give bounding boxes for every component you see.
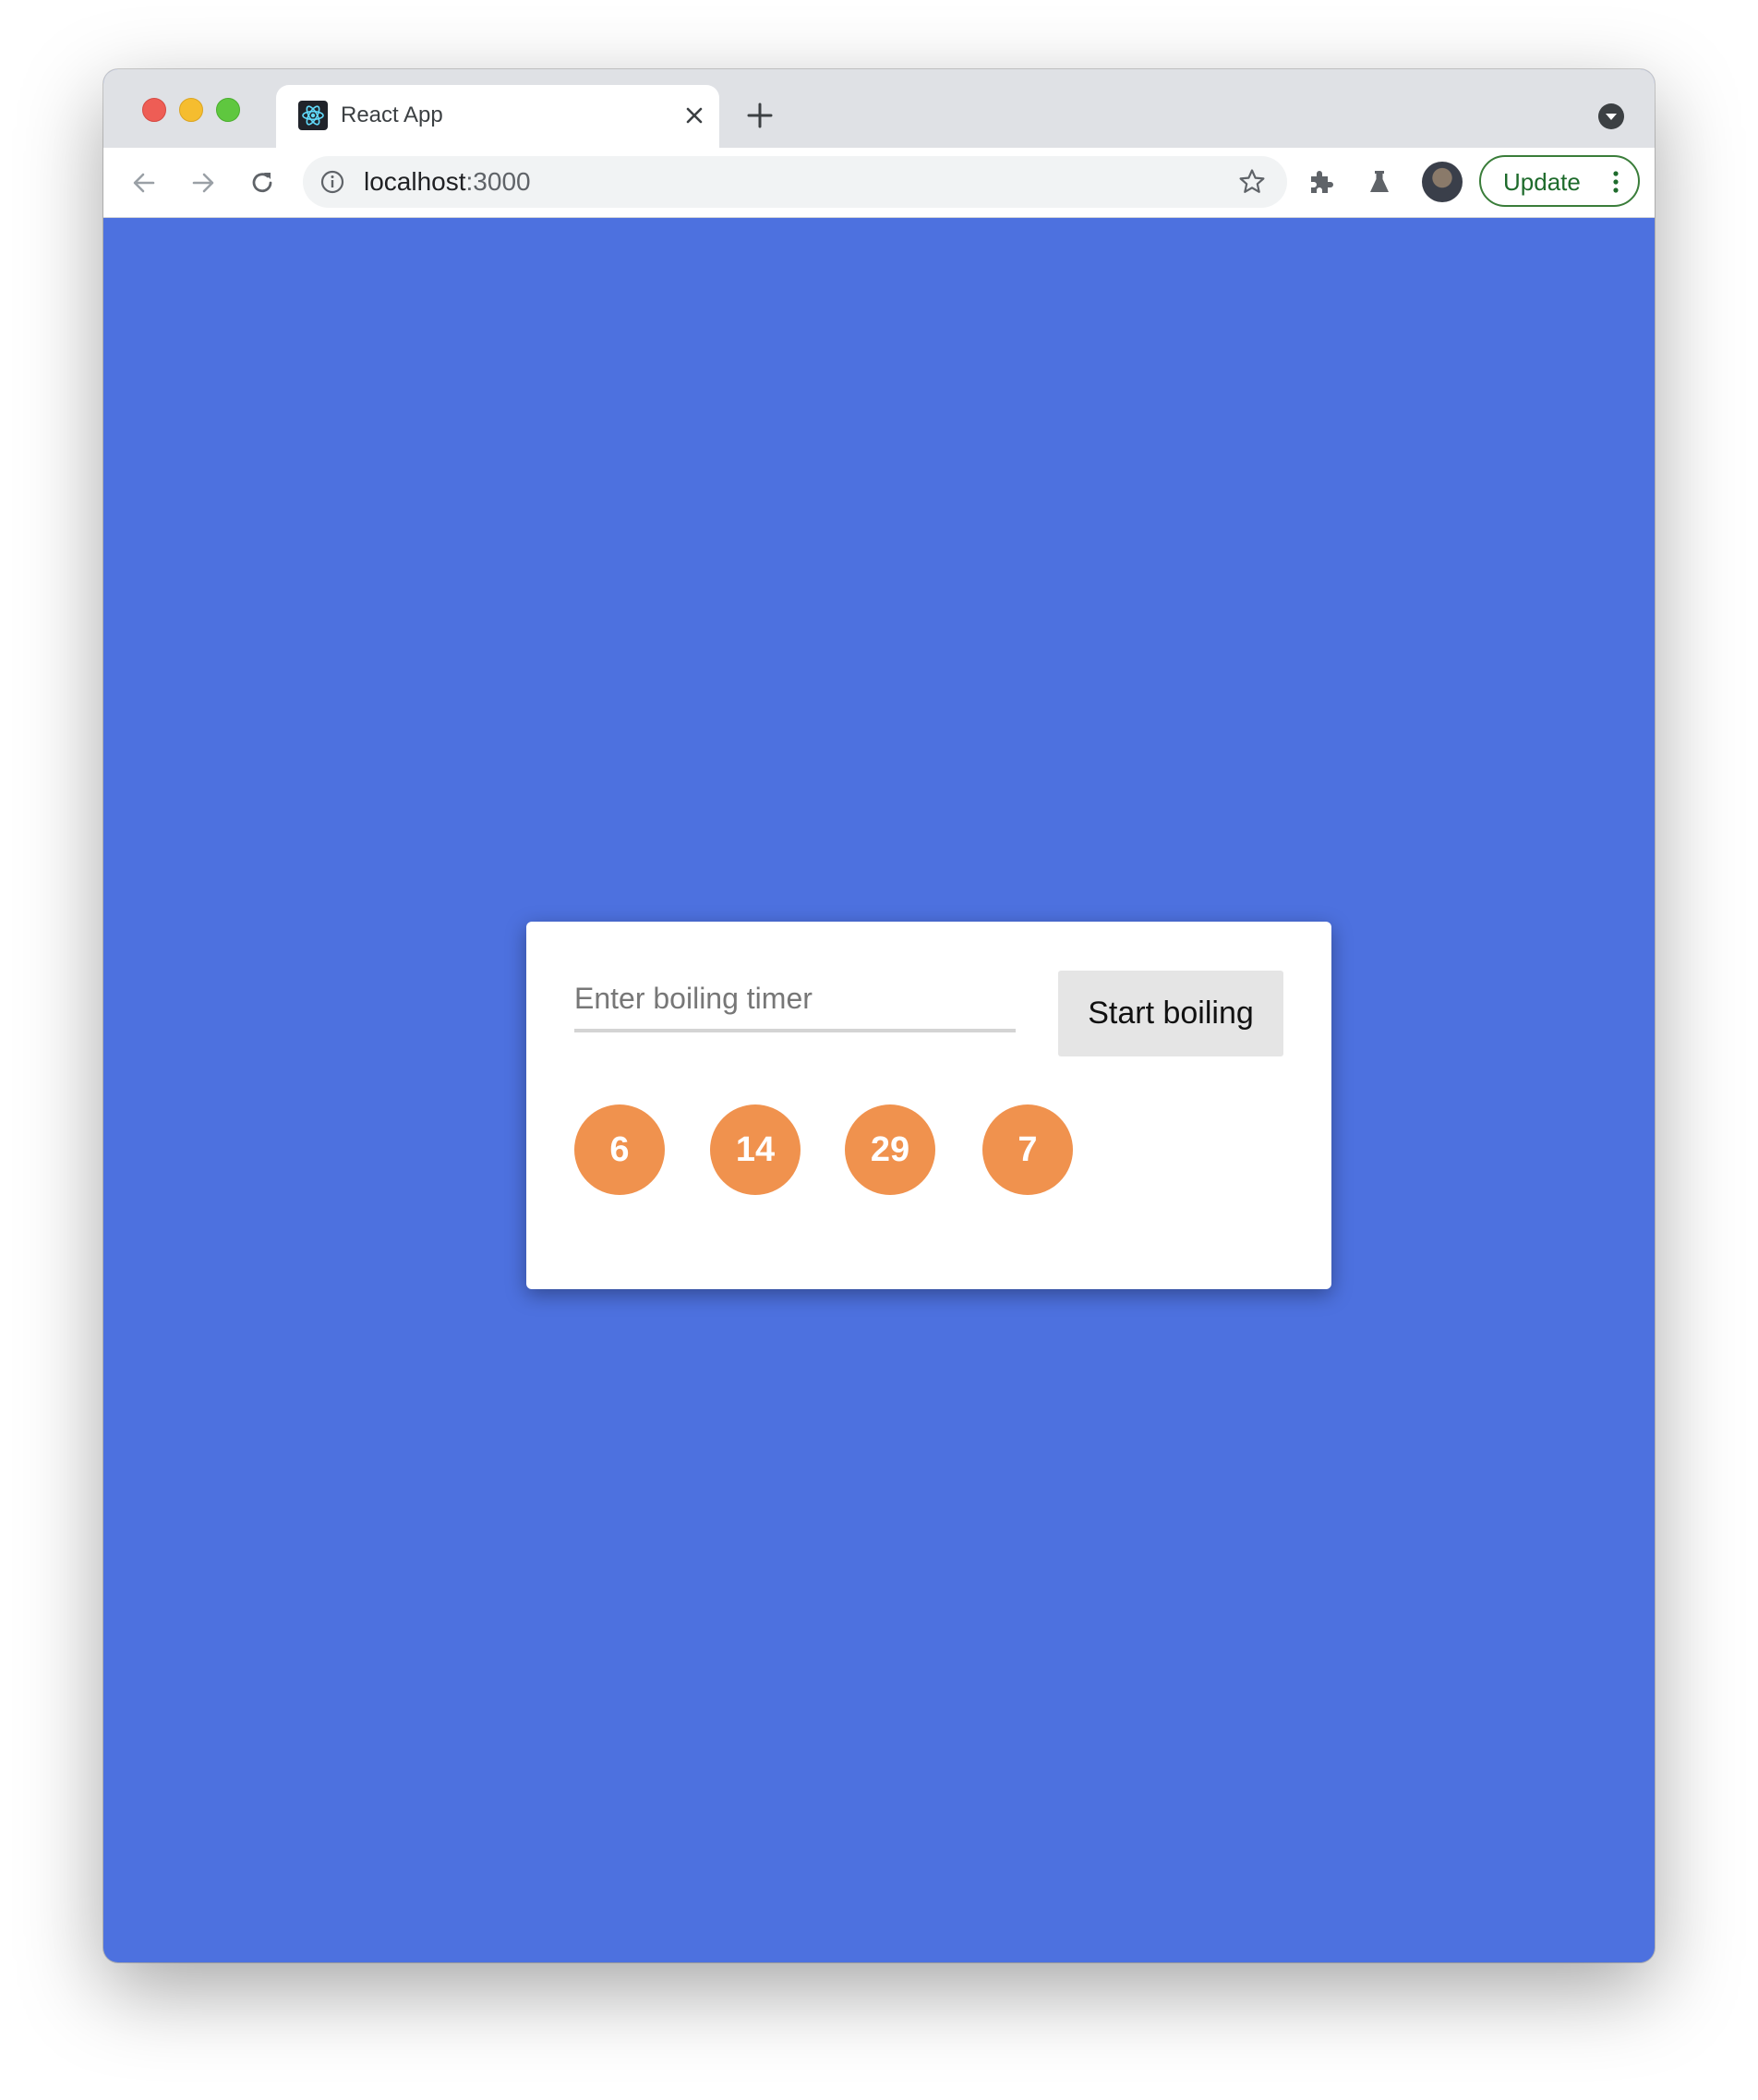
timer-bubble: 14 <box>710 1104 801 1195</box>
update-label: Update <box>1503 168 1581 196</box>
plus-icon[interactable] <box>745 101 775 130</box>
start-boiling-button[interactable]: Start boiling <box>1058 971 1283 1056</box>
arrow-left-icon[interactable] <box>127 166 161 199</box>
zoom-window-button[interactable] <box>216 98 240 122</box>
address-bar[interactable]: localhost:3000 <box>303 156 1287 208</box>
update-button[interactable]: Update <box>1479 155 1640 207</box>
info-icon[interactable] <box>319 169 345 195</box>
browser-toolbar: localhost:3000 Update <box>103 148 1655 218</box>
avatar[interactable] <box>1422 162 1463 202</box>
boiling-timer-card: Start boiling 6 14 29 7 <box>526 922 1331 1289</box>
tab-react-app[interactable]: React App <box>276 85 719 148</box>
reload-icon[interactable] <box>246 166 279 199</box>
minimize-window-button[interactable] <box>179 98 203 122</box>
timer-bubble: 7 <box>982 1104 1073 1195</box>
chevron-down-icon[interactable] <box>1598 103 1624 129</box>
timer-bubble: 29 <box>845 1104 935 1195</box>
timer-bubble: 6 <box>574 1104 665 1195</box>
url-port: :3000 <box>465 167 531 196</box>
close-window-button[interactable] <box>142 98 166 122</box>
close-icon[interactable] <box>682 103 706 127</box>
url-host: localhost <box>364 167 466 196</box>
react-logo-icon <box>298 101 328 130</box>
kebab-menu-icon[interactable] <box>1610 169 1621 195</box>
puzzle-icon[interactable] <box>1304 165 1337 199</box>
browser-window: React App localhost:3000 Update Enter bo… <box>103 69 1655 1962</box>
flask-icon[interactable] <box>1363 165 1396 199</box>
boiling-timer-input[interactable] <box>574 968 1016 1032</box>
tab-title: React App <box>341 103 443 127</box>
arrow-right-icon[interactable] <box>187 166 220 199</box>
url-text[interactable]: localhost:3000 <box>364 167 531 197</box>
tab-strip: React App <box>103 69 1655 148</box>
star-icon[interactable] <box>1237 167 1267 197</box>
